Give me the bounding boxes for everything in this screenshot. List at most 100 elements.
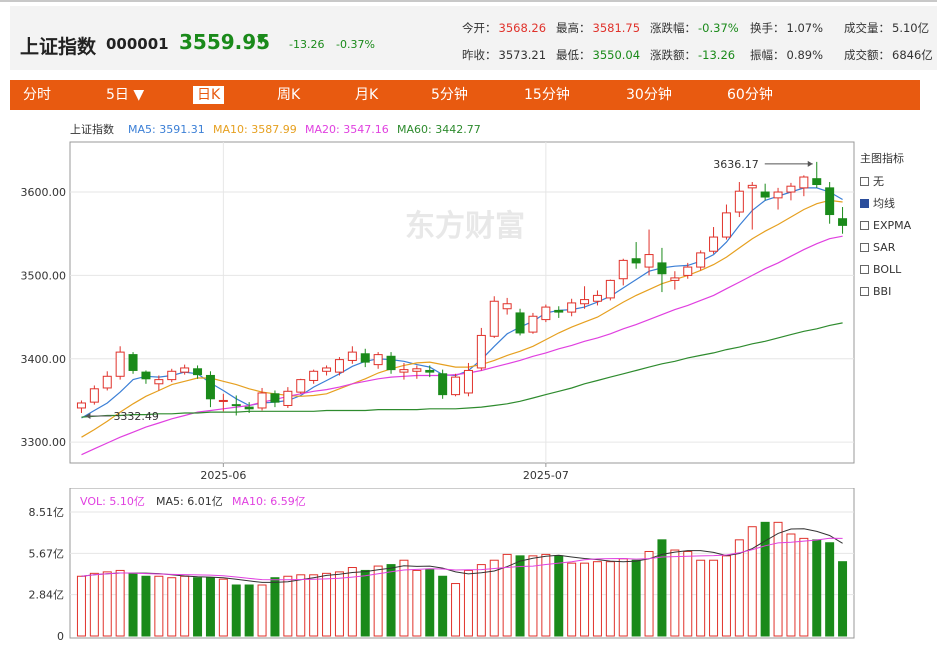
tab-timeshare[interactable]: 分时 (23, 86, 51, 104)
indicator-option-none[interactable]: 无 (860, 170, 911, 192)
index-code: 000001 (106, 35, 169, 53)
checkbox-icon[interactable] (860, 286, 869, 296)
candle-body (244, 406, 254, 410)
indicator-option-boll[interactable]: BOLL (860, 258, 911, 280)
kline-x-tick-label: 2025-07 (523, 469, 569, 482)
volume-bar (244, 584, 254, 637)
candle-body (773, 191, 783, 199)
volume-bar (283, 575, 293, 637)
candle-body (502, 303, 512, 310)
candle-body (476, 334, 486, 369)
volume-bar (386, 564, 396, 637)
tab-monthly-k[interactable]: 月K (355, 86, 378, 104)
candle (528, 312, 538, 334)
volume-bar (605, 561, 615, 637)
legend-ma60: MA60: 3442.77 (397, 123, 481, 136)
candle-body (425, 369, 435, 373)
candle (489, 296, 499, 338)
checkbox-icon[interactable] (860, 176, 869, 186)
candle-body (657, 262, 667, 275)
volume-bar (180, 575, 190, 637)
volume-bar (76, 575, 86, 637)
volume-bar (296, 574, 306, 637)
candle-body (205, 374, 215, 400)
volume-y-tick-label: 8.51亿 (29, 506, 65, 519)
indicator-option-sar[interactable]: SAR (860, 236, 911, 258)
watermark: 东方财富 (405, 209, 525, 244)
candle-body (373, 354, 383, 366)
tab-30min[interactable]: 30分钟 (626, 86, 672, 104)
quote-low: 最低： 3550.04 (556, 48, 641, 62)
tab-5min[interactable]: 5分钟 (431, 86, 468, 104)
volume-bar (476, 564, 486, 637)
candle (451, 373, 461, 397)
candle-body (218, 399, 228, 402)
tab-60min[interactable]: 60分钟 (727, 86, 773, 104)
volume-bar (167, 577, 177, 637)
quote-amount: 成交额： 6846亿 (844, 48, 933, 62)
quote-high: 最高： 3581.75 (556, 21, 641, 35)
checkbox-checked-icon[interactable] (860, 198, 869, 208)
tab-5day[interactable]: 5日 ▼ (106, 86, 144, 104)
candle-body (451, 376, 461, 396)
volume-y-tick-label: 0 (57, 630, 64, 643)
candle-body (334, 359, 344, 373)
volume-bar (141, 575, 151, 637)
volume-bar (528, 555, 538, 637)
candle-body (412, 368, 422, 372)
candle (605, 279, 615, 301)
index-change-pct: -0.37% (336, 38, 375, 51)
checkbox-icon[interactable] (860, 264, 869, 274)
volume-chart: VOL: 5.10亿 MA5: 6.01亿 MA10: 6.59亿 8.51亿 5… (29, 488, 855, 643)
volume-bar (812, 539, 822, 637)
volume-bar (644, 550, 654, 637)
candle-body (696, 252, 706, 268)
volume-bar (425, 568, 435, 637)
volume-bar (154, 575, 164, 637)
candle-body (167, 370, 177, 381)
checkbox-icon[interactable] (860, 242, 869, 252)
volume-bar (721, 555, 731, 637)
candle-body (89, 388, 99, 403)
candle-body (567, 302, 577, 313)
quote-chg-pct: 涨跌幅： -0.37% (650, 21, 739, 35)
volume-y-tick-label: 5.67亿 (29, 547, 65, 560)
kline-y-tick-label: 3300.00 (21, 436, 67, 449)
volume-bar (825, 542, 835, 637)
tab-daily-k[interactable]: 日K (193, 86, 225, 104)
candle-body (734, 190, 744, 213)
vol-legend-vol: VOL: 5.10亿 (80, 495, 145, 508)
tab-weekly-k[interactable]: 周K (277, 86, 300, 104)
volume-bar (257, 584, 267, 637)
annotation-high-label: 3636.17 (713, 158, 759, 171)
volume-bar (218, 578, 228, 637)
volume-bar (838, 561, 848, 637)
candle-body (644, 254, 654, 268)
candle-body (580, 299, 590, 305)
volume-bar (451, 583, 461, 637)
down-arrow-icon: ▼ (257, 33, 266, 46)
candle-body (141, 371, 151, 380)
indicator-option-bbi[interactable]: BBI (860, 280, 911, 302)
quote-turnover: 换手： 1.07% (750, 21, 824, 35)
candle-body (322, 367, 332, 372)
tab-15min[interactable]: 15分钟 (524, 86, 570, 104)
candle-body (670, 277, 680, 281)
checkbox-icon[interactable] (860, 220, 869, 230)
kline-x-tick-label: 2025-06 (200, 469, 246, 482)
indicator-option-ma[interactable]: 均线 (860, 192, 911, 214)
volume-bar (373, 565, 383, 637)
volume-bar (696, 559, 706, 637)
kline-y-tick-label: 3500.00 (21, 269, 67, 282)
candle-body (257, 392, 267, 409)
candle (541, 304, 551, 323)
candle (696, 250, 706, 271)
candle-body (618, 259, 628, 280)
candle-body (283, 390, 293, 406)
volume-bar (399, 559, 409, 637)
indicator-option-expma[interactable]: EXPMA (860, 214, 911, 236)
volume-bar (463, 569, 473, 637)
kline-x-axis: 2025-06 2025-07 (200, 463, 569, 482)
volume-bar (683, 550, 693, 637)
top-border (0, 0, 937, 2)
